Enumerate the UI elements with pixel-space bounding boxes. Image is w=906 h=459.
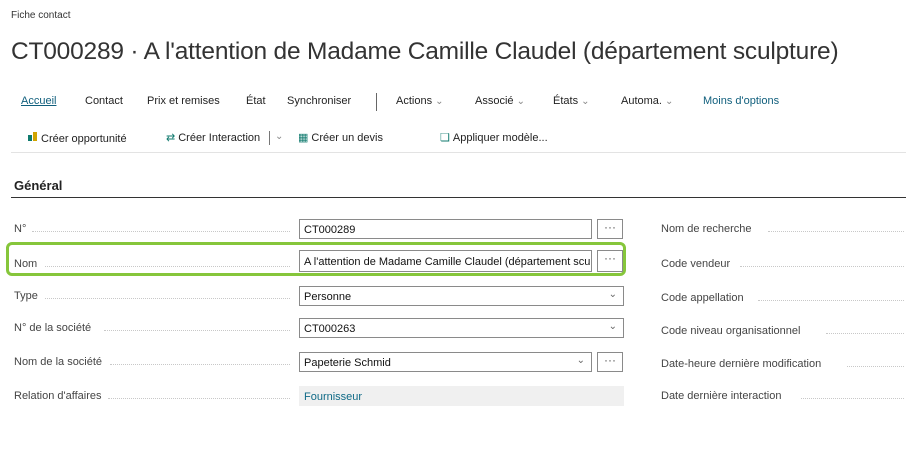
leader-dots xyxy=(45,266,290,267)
section-title: Général xyxy=(14,178,63,193)
tab-contact[interactable]: Contact xyxy=(85,95,123,107)
company-name-value: Papeterie Schmid xyxy=(304,357,391,369)
create-quote-label: Créer un devis xyxy=(311,132,383,144)
field-label-org-level-code: Code niveau organisationnel xyxy=(661,325,801,337)
opportunity-icon xyxy=(27,131,38,145)
field-label-salesperson-code: Code vendeur xyxy=(661,258,731,270)
company-name-more-button[interactable]: ··· xyxy=(597,352,623,372)
interaction-icon: ⇄ xyxy=(166,132,176,144)
company-no-dropdown[interactable]: CT000263 ⌄ xyxy=(299,318,624,338)
company-no-value: CT000263 xyxy=(304,323,356,335)
nom-more-button[interactable]: ··· xyxy=(597,250,623,272)
menu-actions[interactable]: Actions ⌄ xyxy=(396,95,444,107)
menu-actions-label: Actions xyxy=(396,95,433,107)
field-label-type: Type xyxy=(14,290,38,302)
field-label-no: N° xyxy=(14,223,27,235)
leader-dots xyxy=(740,266,904,267)
quote-icon: ▦ xyxy=(298,132,309,144)
chevron-down-icon: ⌄ xyxy=(576,355,585,366)
split-divider xyxy=(269,131,270,145)
leader-dots xyxy=(108,398,290,399)
menu-etats-label: États xyxy=(553,95,579,107)
menu-automa-label: Automa. xyxy=(621,95,662,107)
menu-etats[interactable]: États ⌄ xyxy=(553,95,590,107)
company-name-dropdown[interactable]: Papeterie Schmid ⌄ xyxy=(299,352,592,372)
chevron-down-icon: ⌄ xyxy=(516,96,525,107)
template-icon: ❏ xyxy=(440,132,450,144)
leader-dots xyxy=(110,364,290,365)
apply-template-button[interactable]: ❏ Appliquer modèle... xyxy=(440,131,548,144)
create-interaction-button[interactable]: ⇄ Créer Interaction xyxy=(166,131,260,144)
create-quote-button[interactable]: ▦ Créer un devis xyxy=(298,131,383,144)
field-label-company-no: N° de la société xyxy=(14,322,92,334)
tab-etat[interactable]: État xyxy=(246,95,266,107)
leader-dots xyxy=(758,300,904,301)
leader-dots xyxy=(801,398,904,399)
chevron-down-icon: ⌄ xyxy=(608,289,617,300)
create-opportunity-label: Créer opportunité xyxy=(41,133,127,145)
leader-dots xyxy=(826,333,904,334)
leader-dots xyxy=(847,366,904,367)
field-label-nom: Nom xyxy=(14,258,38,270)
tab-synchroniser[interactable]: Synchroniser xyxy=(287,95,351,107)
tab-prix-et-remises[interactable]: Prix et remises xyxy=(147,95,220,107)
menu-associe-label: Associé xyxy=(475,95,514,107)
type-dropdown[interactable]: Personne ⌄ xyxy=(299,286,624,306)
nav-divider xyxy=(376,93,377,111)
field-label-company-name: Nom de la société xyxy=(14,356,103,368)
create-opportunity-button[interactable]: Créer opportunité xyxy=(27,131,127,145)
type-value: Personne xyxy=(304,291,352,303)
create-interaction-label: Créer Interaction xyxy=(178,132,261,144)
field-label-business-relation: Relation d'affaires xyxy=(14,390,102,402)
tab-accueil[interactable]: Accueil xyxy=(21,95,56,107)
leader-dots xyxy=(104,330,290,331)
chevron-down-icon: ⌄ xyxy=(665,96,674,107)
leader-dots xyxy=(32,231,290,232)
chevron-down-icon[interactable]: ⌄ xyxy=(275,131,283,142)
leader-dots xyxy=(768,231,904,232)
field-label-last-interaction: Date dernière interaction xyxy=(661,390,782,402)
no-field[interactable]: CT000289 xyxy=(299,219,592,239)
leader-dots xyxy=(45,298,290,299)
apply-template-label: Appliquer modèle... xyxy=(452,132,548,144)
menu-associe[interactable]: Associé ⌄ xyxy=(475,95,525,107)
nom-field[interactable]: A l'attention de Madame Camille Claudel … xyxy=(299,250,592,272)
divider xyxy=(11,152,906,153)
field-label-salutation-code: Code appellation xyxy=(661,292,744,304)
no-more-button[interactable]: ··· xyxy=(597,219,623,239)
page-eyebrow: Fiche contact xyxy=(11,10,71,21)
page-title: CT000289 · A l'attention de Madame Camil… xyxy=(11,38,839,65)
business-relation-value[interactable]: Fournisseur xyxy=(299,386,624,406)
less-options-link[interactable]: Moins d'options xyxy=(703,95,779,107)
section-divider xyxy=(11,197,906,198)
chevron-down-icon: ⌄ xyxy=(608,321,617,332)
menu-automa[interactable]: Automa. ⌄ xyxy=(621,95,673,107)
chevron-down-icon: ⌄ xyxy=(581,96,590,107)
field-label-search-name: Nom de recherche xyxy=(661,223,752,235)
field-label-last-modified: Date-heure dernière modification xyxy=(661,358,822,370)
chevron-down-icon: ⌄ xyxy=(435,96,444,107)
